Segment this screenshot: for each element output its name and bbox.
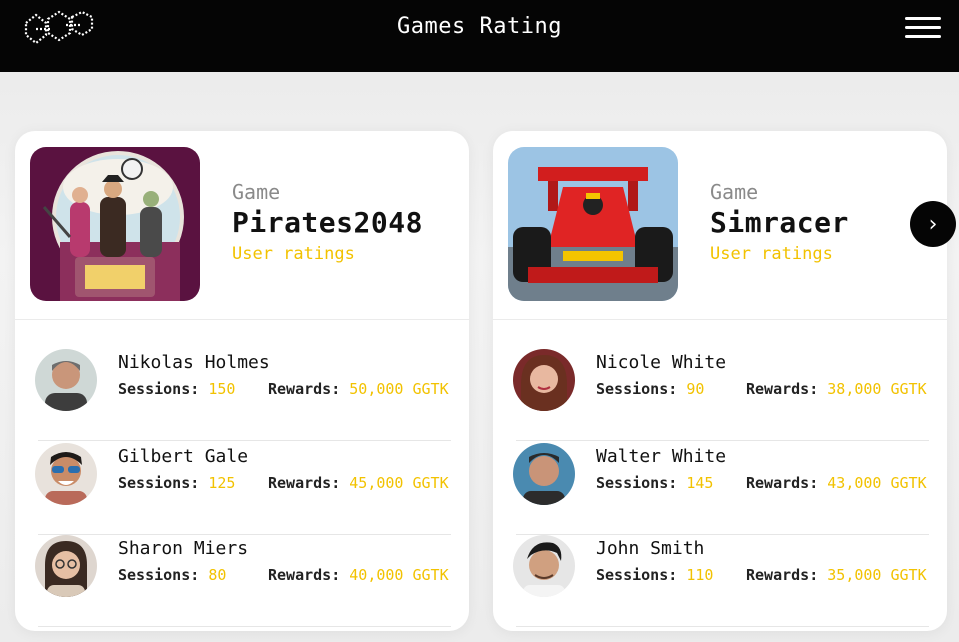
sessions-value: 145 [686,474,714,492]
sessions-label: Sessions: [596,566,678,584]
next-button[interactable]: › [910,201,956,247]
game-name: Pirates2048 [232,206,423,239]
sessions-label: Sessions: [118,474,200,492]
user-rating-row[interactable]: Walter White Sessions: 145 Rewards: 43,0… [511,443,929,535]
sessions-value: 110 [686,566,714,584]
user-name: Gilbert Gale [118,446,249,467]
game-label: Game [710,180,759,204]
sessions-label: Sessions: [596,380,678,398]
user-name: John Smith [596,538,705,559]
game-name: Simracer [710,206,849,239]
rewards-value: 35,000 GGTK [827,566,927,584]
user-name: Nicole White [596,352,727,373]
sessions-stat: Sessions: 90 [596,380,704,398]
game-label: Game [232,180,281,204]
menu-line [905,17,941,20]
user-rating-row[interactable]: Sharon Miers Sessions: 80 Rewards: 40,00… [33,535,451,627]
avatar [35,349,97,411]
user-ratings-link[interactable]: User ratings [710,241,849,267]
user-ratings-link[interactable]: User ratings [232,241,423,267]
page-title: Games Rating [397,14,562,39]
rewards-label: Rewards: [268,474,341,492]
user-name: Sharon Miers [118,538,249,559]
user-rating-row[interactable]: Gilbert Gale Sessions: 125 Rewards: 45,0… [33,443,451,535]
rewards-stat: Rewards: 45,000 GGTK [268,474,449,492]
avatar [35,443,97,505]
game-info: Game Pirates2048 User ratings [232,179,423,267]
rewards-stat: Rewards: 35,000 GGTK [746,566,927,584]
rewards-label: Rewards: [746,380,819,398]
user-rating-row[interactable]: John Smith Sessions: 110 Rewards: 35,000… [511,535,929,627]
menu-line [905,26,941,29]
rewards-stat: Rewards: 43,000 GGTK [746,474,927,492]
rewards-value: 40,000 GGTK [349,566,449,584]
race-car-thumbnail-image[interactable] [508,147,678,301]
top-bar: Games Rating [0,0,959,72]
row-divider [516,626,929,627]
sessions-label: Sessions: [596,474,678,492]
chevron-right-icon: › [928,211,938,237]
sessions-value: 90 [686,380,705,398]
sessions-stat: Sessions: 145 [596,474,713,492]
user-name: Nikolas Holmes [118,352,270,373]
rewards-stat: Rewards: 40,000 GGTK [268,566,449,584]
game-card[interactable]: Game Simracer User ratings Nicole White … [493,131,947,631]
sessions-stat: Sessions: 110 [596,566,713,584]
rewards-label: Rewards: [268,380,341,398]
user-rating-row[interactable]: Nikolas Holmes Sessions: 150 Rewards: 50… [33,349,451,441]
sessions-label: Sessions: [118,380,200,398]
hamburger-menu-icon[interactable] [905,17,941,41]
sessions-stat: Sessions: 125 [118,474,235,492]
avatar [513,443,575,505]
divider [493,319,947,320]
user-name: Walter White [596,446,727,467]
rewards-stat: Rewards: 38,000 GGTK [746,380,927,398]
game-info: Game Simracer User ratings [710,179,849,267]
avatar [513,535,575,597]
rewards-label: Rewards: [746,474,819,492]
user-rating-row[interactable]: Nicole White Sessions: 90 Rewards: 38,00… [511,349,929,441]
avatar [35,535,97,597]
rewards-label: Rewards: [746,566,819,584]
sessions-stat: Sessions: 150 [118,380,235,398]
menu-line [905,35,941,38]
row-divider [38,440,451,441]
rewards-stat: Rewards: 50,000 GGTK [268,380,449,398]
divider [15,319,469,320]
rewards-label: Rewards: [268,566,341,584]
row-divider [38,626,451,627]
sessions-label: Sessions: [118,566,200,584]
sessions-stat: Sessions: 80 [118,566,226,584]
rewards-value: 50,000 GGTK [349,380,449,398]
sessions-value: 80 [208,566,227,584]
game-card[interactable]: Game Pirates2048 User ratings Nikolas Ho… [15,131,469,631]
pirates-thumbnail-image[interactable] [30,147,200,301]
sessions-value: 125 [208,474,236,492]
rewards-value: 43,000 GGTK [827,474,927,492]
avatar [513,349,575,411]
rewards-value: 45,000 GGTK [349,474,449,492]
rewards-value: 38,000 GGTK [827,380,927,398]
row-divider [516,440,929,441]
sessions-value: 150 [208,380,236,398]
